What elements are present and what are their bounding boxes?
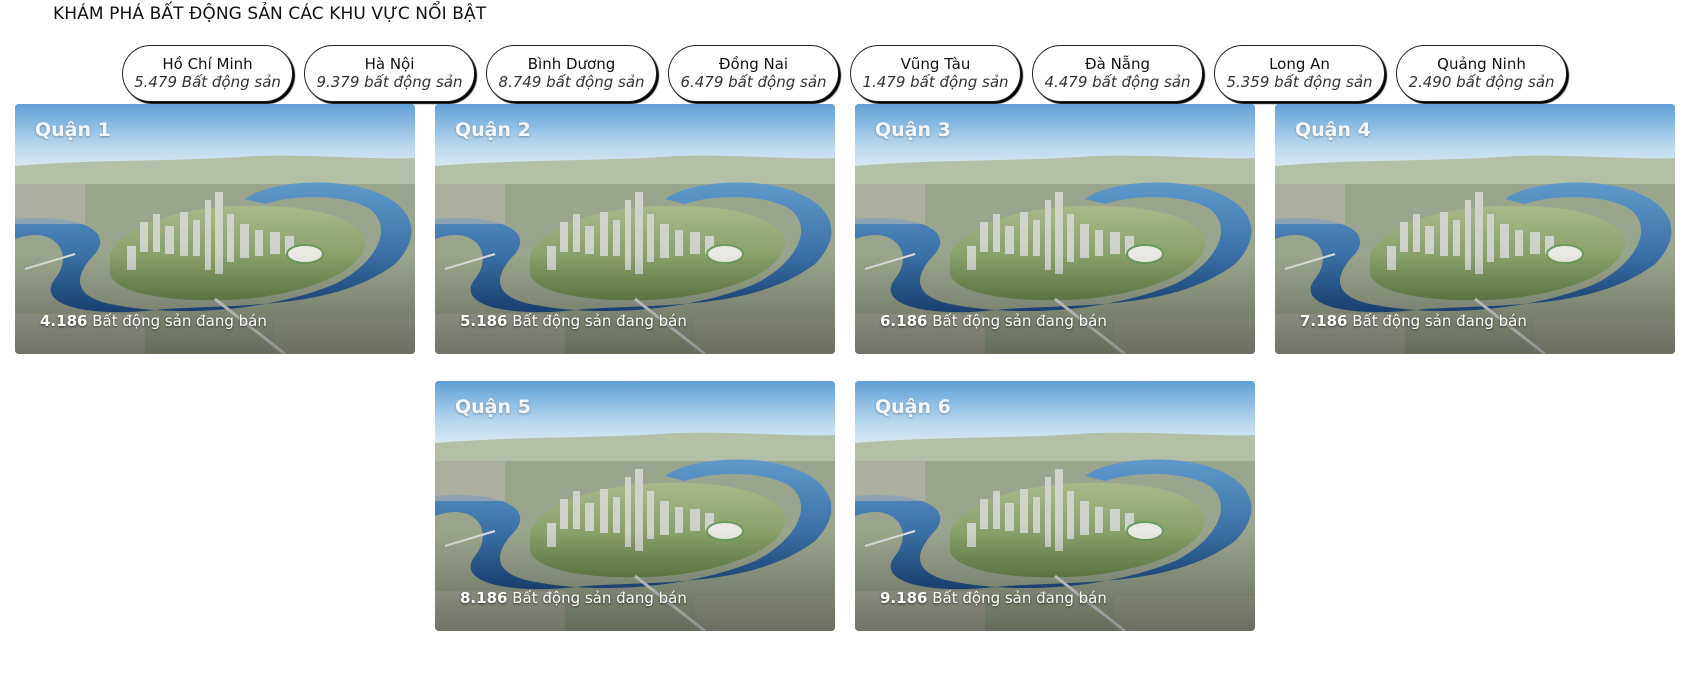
region-tab-binh-duong[interactable]: Bình Dương 8.749 bất động sản xyxy=(486,45,657,102)
listing-info: 7.186 Bất động sản đang bán xyxy=(1300,312,1527,330)
district-card-quan-4[interactable]: Quận 4 7.186 Bất động sản đang bán xyxy=(1275,104,1675,354)
region-tab-dong-nai[interactable]: Đồng Nai 6.479 bất động sản xyxy=(668,45,839,102)
region-tab-long-an[interactable]: Long An 5.359 bất động sản xyxy=(1214,45,1385,102)
region-tab-count: 1.479 bất động sản xyxy=(862,73,1009,91)
listing-count: 9.186 xyxy=(880,589,928,607)
listing-label: Bất động sản đang bán xyxy=(92,312,267,330)
listing-info: 9.186 Bất động sản đang bán xyxy=(880,589,1107,607)
listing-label: Bất động sản đang bán xyxy=(932,312,1107,330)
district-name: Quận 5 xyxy=(455,396,531,418)
district-card-quan-6[interactable]: Quận 6 9.186 Bất động sản đang bán xyxy=(855,381,1255,631)
region-tab-name: Long An xyxy=(1269,55,1330,73)
listing-count: 6.186 xyxy=(880,312,928,330)
listing-label: Bất động sản đang bán xyxy=(512,312,687,330)
district-name: Quận 6 xyxy=(875,396,951,418)
region-tab-name: Vũng Tàu xyxy=(900,55,971,73)
listing-count: 5.186 xyxy=(460,312,508,330)
listing-info: 5.186 Bất động sản đang bán xyxy=(460,312,687,330)
region-tab-quang-ninh[interactable]: Quảng Ninh 2.490 bất động sản xyxy=(1396,45,1567,102)
district-card-quan-1[interactable]: Quận 1 4.186 Bất động sản đang bán xyxy=(15,104,415,354)
district-card-quan-5[interactable]: Quận 5 8.186 Bất động sản đang bán xyxy=(435,381,835,631)
listing-count: 7.186 xyxy=(1300,312,1348,330)
region-tab-count: 6.479 bất động sản xyxy=(680,73,827,91)
region-tab-name: Đà Nẵng xyxy=(1084,55,1151,73)
region-tab-name: Hà Nội xyxy=(364,55,415,73)
listing-label: Bất động sản đang bán xyxy=(932,589,1107,607)
region-tab-count: 4.479 bất động sản xyxy=(1044,73,1191,91)
region-tab-name: Hồ Chí Minh xyxy=(162,55,253,73)
region-tab-name: Đồng Nai xyxy=(718,55,789,73)
region-tab-ho-chi-minh[interactable]: Hồ Chí Minh 5.479 Bất động sản xyxy=(122,45,293,102)
listing-info: 6.186 Bất động sản đang bán xyxy=(880,312,1107,330)
region-tab-count: 5.359 bất động sản xyxy=(1226,73,1373,91)
district-name: Quận 1 xyxy=(35,119,111,141)
listing-label: Bất động sản đang bán xyxy=(1352,312,1527,330)
region-tab-count: 2.490 bất động sản xyxy=(1408,73,1555,91)
region-tab-ha-noi[interactable]: Hà Nội 9.379 bất động sản xyxy=(304,45,475,102)
district-name: Quận 4 xyxy=(1295,119,1371,141)
listing-info: 4.186 Bất động sản đang bán xyxy=(40,312,267,330)
district-name: Quận 3 xyxy=(875,119,951,141)
region-tab-name: Bình Dương xyxy=(527,55,616,73)
region-tab-count: 5.479 Bất động sản xyxy=(134,73,281,91)
region-tab-name: Quảng Ninh xyxy=(1437,55,1526,73)
district-name: Quận 2 xyxy=(455,119,531,141)
listing-count: 4.186 xyxy=(40,312,88,330)
region-tabs: Hồ Chí Minh 5.479 Bất động sản Hà Nội 9.… xyxy=(0,45,1689,105)
district-card-quan-3[interactable]: Quận 3 6.186 Bất động sản đang bán xyxy=(855,104,1255,354)
region-tab-da-nang[interactable]: Đà Nẵng 4.479 bất động sản xyxy=(1032,45,1203,102)
region-tab-count: 8.749 bất động sản xyxy=(498,73,645,91)
district-card-quan-2[interactable]: Quận 2 5.186 Bất động sản đang bán xyxy=(435,104,835,354)
listing-info: 8.186 Bất động sản đang bán xyxy=(460,589,687,607)
listing-count: 8.186 xyxy=(460,589,508,607)
section-heading: KHÁM PHÁ BẤT ĐỘNG SẢN CÁC KHU VỰC NỔI BẬ… xyxy=(53,4,487,24)
region-tab-count: 9.379 bất động sản xyxy=(316,73,463,91)
region-tab-vung-tau[interactable]: Vũng Tàu 1.479 bất động sản xyxy=(850,45,1021,102)
listing-label: Bất động sản đang bán xyxy=(512,589,687,607)
